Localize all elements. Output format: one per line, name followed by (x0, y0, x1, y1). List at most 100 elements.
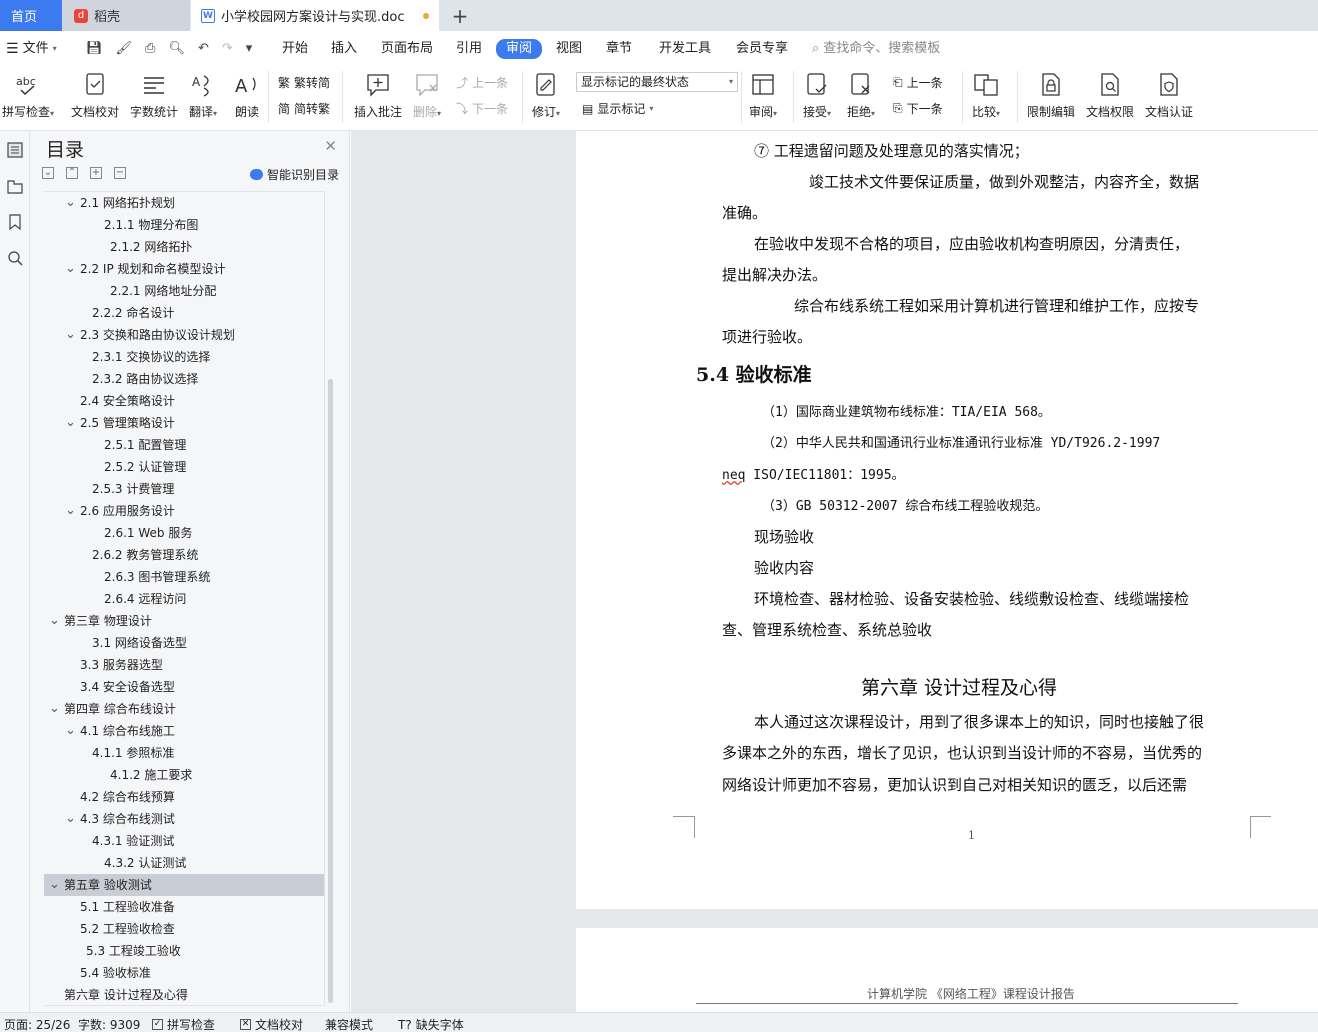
toc-item[interactable]: ⌄ 2.2 IP 规划和命名模型设计 (44, 258, 324, 280)
format-painter-icon[interactable]: 🖌︎ (116, 40, 133, 58)
expand-all-icon[interactable]: ⌄ (42, 167, 54, 179)
bookmark-icon[interactable] (6, 213, 24, 231)
compare-button[interactable]: 比较▾ (972, 71, 1000, 120)
prev-change-button[interactable]: ⎗ 上一条 (893, 74, 943, 91)
undo-icon[interactable]: ↶ (198, 40, 209, 58)
toc-item[interactable]: 4.3.1 验证测试 (44, 830, 324, 852)
menu-view[interactable]: 视图 (556, 40, 582, 58)
toc-item[interactable]: 4.1.2 施工要求 (44, 764, 324, 786)
toc-item[interactable]: ⌄ 第四章 综合布线设计 (44, 698, 324, 720)
chevron-down-icon[interactable]: ⌄ (49, 874, 60, 896)
proofread-status[interactable]: ✕ 文档校对 (240, 1016, 303, 1032)
toc-item[interactable]: ⌄ 2.5 管理策略设计 (44, 412, 324, 434)
missing-font-status[interactable]: T? 缺失字体 (398, 1016, 464, 1032)
toc-item[interactable]: 2.3.2 路由协议选择 (44, 368, 324, 390)
chevron-down-icon[interactable]: ⌄ (65, 808, 76, 830)
spell-check-status[interactable]: ✓ 拼写检查 (152, 1016, 215, 1032)
print-preview-icon[interactable]: 🔍︎ (168, 40, 185, 58)
more-icon[interactable]: ▾ (246, 40, 253, 58)
toc-item[interactable]: 3.4 安全设备选型 (44, 676, 324, 698)
menu-devtools[interactable]: 开发工具 (659, 40, 711, 58)
toc-item[interactable]: 2.5.2 认证管理 (44, 456, 324, 478)
toc-pane-icon[interactable] (6, 141, 24, 159)
restrict-edit-button[interactable]: 限制编辑 (1027, 71, 1075, 120)
chapter-nav-icon[interactable] (6, 177, 24, 195)
toc-item[interactable]: 2.6.2 教务管理系统 (44, 544, 324, 566)
toc-item[interactable]: ⌄ 4.1 综合布线施工 (44, 720, 324, 742)
toc-item[interactable]: 5.1 工程验收准备 (44, 896, 324, 918)
doc-cert-button[interactable]: 文档认证 (1145, 71, 1193, 120)
chevron-down-icon[interactable]: ⌄ (65, 192, 76, 214)
toc-item[interactable]: 4.2 综合布线预算 (44, 786, 324, 808)
toc-item[interactable]: ⌄ 第五章 验收测试 (44, 874, 324, 896)
chevron-down-icon[interactable]: ⌄ (65, 412, 76, 434)
delete-comment-button[interactable]: 删除▾ (413, 71, 441, 120)
toc-item[interactable]: ⌄ 4.3 综合布线测试 (44, 808, 324, 830)
accept-button[interactable]: 接受▾ (803, 71, 831, 120)
remove-heading-icon[interactable]: − (114, 167, 126, 179)
trad-to-simp-button[interactable]: 繁繁转简 (278, 74, 330, 91)
page-count[interactable]: 页面: 25/26 (4, 1016, 70, 1032)
print-icon[interactable]: ⎙ (145, 40, 155, 58)
smart-toc-button[interactable]: 智能识别目录 (250, 166, 339, 183)
menu-chapter[interactable]: 章节 (606, 40, 632, 58)
toc-item[interactable]: 3.1 网络设备选型 (44, 632, 324, 654)
menu-reference[interactable]: 引用 (456, 40, 482, 58)
translate-button[interactable]: A 翻译▾ (189, 71, 217, 120)
toc-item[interactable]: 2.5.1 配置管理 (44, 434, 324, 456)
markup-state-select[interactable]: 显示标记的最终状态 ▾ (576, 72, 738, 92)
next-comment-button[interactable]: ⤵ 下一条 (456, 100, 508, 117)
document-page[interactable]: ⑦ 工程遗留问题及处理意见的落实情况； 竣工技术文件要保证质量，做到外观整洁，内… (576, 131, 1318, 909)
doc-rights-button[interactable]: 文档权限 (1086, 71, 1134, 120)
document-page-2[interactable]: 计算机学院 《网络工程》课程设计报告 (576, 928, 1318, 1018)
next-change-button[interactable]: ⎘ 下一条 (893, 100, 943, 117)
insert-comment-button[interactable]: 插入批注 (354, 71, 402, 120)
toc-item[interactable]: ⌄ 第三章 物理设计 (44, 610, 324, 632)
tab-daoke[interactable]: d 稻壳 (62, 0, 190, 31)
toc-item[interactable]: ⌄ 2.1 网络拓扑规划 (44, 192, 324, 214)
tab-home[interactable]: 首页 (0, 0, 62, 31)
toc-item[interactable]: ⌄ 2.6 应用服务设计 (44, 500, 324, 522)
track-changes-button[interactable]: 修订▾ (532, 71, 560, 120)
toc-item[interactable]: 5.2 工程验收检查 (44, 918, 324, 940)
toc-item[interactable]: 5.3 工程竣工验收 (44, 940, 324, 962)
chevron-down-icon[interactable]: ⌄ (65, 324, 76, 346)
close-icon[interactable]: ✕ (324, 137, 337, 155)
redo-icon[interactable]: ↷ (222, 40, 233, 58)
word-count-button[interactable]: 字数统计 (130, 71, 178, 120)
chevron-down-icon[interactable]: ⌄ (65, 500, 76, 522)
collapse-all-icon[interactable]: ⌃ (66, 167, 78, 179)
chevron-down-icon[interactable]: ⌄ (65, 258, 76, 280)
review-pane-button[interactable]: 审阅▾ (749, 71, 777, 120)
toc-item[interactable]: 2.3.1 交换协议的选择 (44, 346, 324, 368)
chevron-down-icon[interactable]: ⌄ (49, 698, 60, 720)
toc-scrollbar[interactable] (328, 379, 333, 1003)
toc-item[interactable]: 2.1.1 物理分布图 (44, 214, 324, 236)
menu-insert[interactable]: 插入 (331, 40, 357, 58)
toc-item[interactable]: 3.3 服务器选型 (44, 654, 324, 676)
prev-comment-button[interactable]: ⤴ 上一条 (456, 74, 508, 91)
toc-item[interactable]: 2.6.4 远程访问 (44, 588, 324, 610)
menu-start[interactable]: 开始 (282, 40, 308, 58)
tab-document[interactable]: W 小学校园网方案设计与实现.doc (191, 0, 439, 31)
toc-item[interactable]: 2.2.2 命名设计 (44, 302, 324, 324)
menu-review[interactable]: 审阅 (496, 39, 543, 59)
toc-item[interactable]: 2.1.2 网络拓扑 (44, 236, 324, 258)
toc-item[interactable]: 2.4 安全策略设计 (44, 390, 324, 412)
toc-item[interactable]: 4.1.1 参照标准 (44, 742, 324, 764)
save-icon[interactable]: 💾︎ (86, 40, 103, 58)
chevron-down-icon[interactable]: ⌄ (65, 720, 76, 742)
command-search[interactable]: ⌕ 查找命令、搜索模板 (812, 40, 940, 58)
toc-item[interactable]: 2.5.3 计费管理 (44, 478, 324, 500)
menu-layout[interactable]: 页面布局 (381, 40, 433, 58)
word-count-status[interactable]: 字数: 9309 (78, 1016, 140, 1032)
spell-check-button[interactable]: abc 拼写检查▾ (2, 71, 54, 120)
toc-item[interactable]: 2.2.1 网络地址分配 (44, 280, 324, 302)
spell-error-word[interactable]: neq (722, 468, 745, 483)
read-aloud-button[interactable]: A 朗读 (234, 71, 260, 120)
toc-item[interactable]: ⌄ 2.3 交换和路由协议设计规划 (44, 324, 324, 346)
toc-item[interactable]: 4.3.2 认证测试 (44, 852, 324, 874)
new-tab-button[interactable]: + (450, 0, 470, 31)
chevron-down-icon[interactable]: ⌄ (49, 610, 60, 632)
toc-item[interactable]: 2.6.3 图书管理系统 (44, 566, 324, 588)
